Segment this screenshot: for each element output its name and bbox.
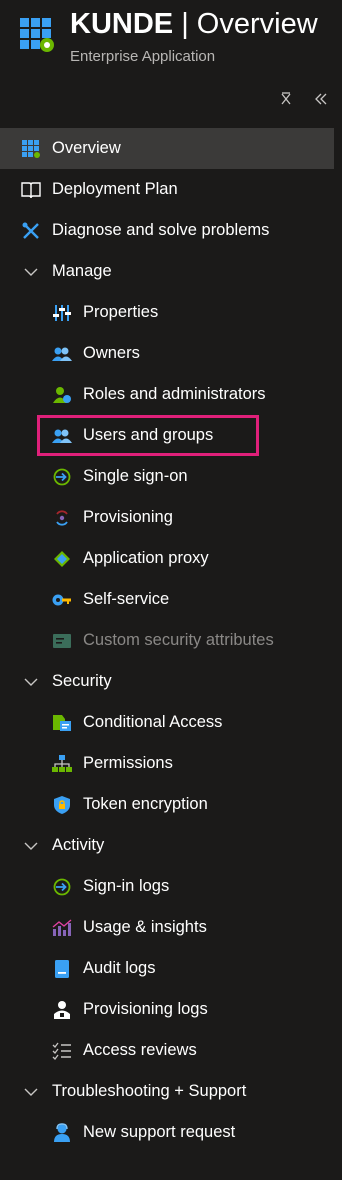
nav-label: Overview [52, 139, 121, 157]
nav-label: Users and groups [83, 426, 214, 444]
nav-label: Properties [83, 303, 159, 321]
grid-icon [20, 138, 42, 160]
collapse-icon[interactable] [314, 92, 328, 111]
nav-item-provisioning-logs[interactable]: Provisioning logs [0, 989, 334, 1030]
book-icon [20, 179, 42, 201]
nav-label: Self-service [83, 590, 170, 608]
nav-label: Troubleshooting + Support [52, 1082, 247, 1100]
chevron-down-icon [20, 835, 42, 857]
support-person-icon [51, 1122, 73, 1144]
nav-group-manage[interactable]: Manage [0, 251, 334, 292]
chart-icon [51, 917, 73, 939]
nav-label: Sign-in logs [83, 877, 170, 895]
chevron-down-icon [20, 261, 42, 283]
nav-item-self-service[interactable]: Self-service [0, 579, 334, 620]
sign-in-icon [51, 876, 73, 898]
nav-label: Single sign-on [83, 467, 188, 485]
nav-label: Activity [52, 836, 105, 854]
nav-group-security[interactable]: Security [0, 661, 334, 702]
properties-icon [51, 302, 73, 324]
nav-label: Manage [52, 262, 112, 280]
resource-menu: Overview Deployment Plan Diagnose and so… [0, 128, 334, 1153]
nav-label: Roles and administrators [83, 385, 266, 403]
nav-label: Diagnose and solve problems [52, 221, 270, 239]
hierarchy-icon [51, 753, 73, 775]
page-subtitle: Enterprise Application [70, 48, 216, 65]
checklist-icon [51, 1040, 73, 1062]
wrench-icon [20, 220, 42, 242]
page-title: KUNDE | Overview [70, 8, 318, 41]
users-icon [51, 425, 73, 447]
nav-label: Audit logs [83, 959, 156, 977]
nav-item-new-support-request[interactable]: New support request [0, 1112, 334, 1153]
provisioning-icon [51, 507, 73, 529]
nav-item-single-sign-on[interactable]: Single sign-on [0, 456, 334, 497]
nav-item-roles[interactable]: Roles and administrators [0, 374, 334, 415]
app-name: KUNDE [70, 8, 174, 40]
shield-icon [51, 794, 73, 816]
chevron-down-icon [20, 1081, 42, 1103]
nav-label: Usage & insights [83, 918, 207, 936]
nav-label: Access reviews [83, 1041, 197, 1059]
app-proxy-icon [51, 548, 73, 570]
nav-label: New support request [83, 1123, 236, 1141]
nav-item-usage-insights[interactable]: Usage & insights [0, 907, 334, 948]
nav-item-token-encryption[interactable]: Token encryption [0, 784, 334, 825]
enterprise-app-icon [20, 18, 54, 52]
nav-item-provisioning[interactable]: Provisioning [0, 497, 334, 538]
nav-label: Conditional Access [83, 713, 223, 731]
nav-label: Provisioning [83, 508, 173, 526]
nav-label: Deployment Plan [52, 180, 178, 198]
nav-item-owners[interactable]: Owners [0, 333, 334, 374]
key-icon [51, 589, 73, 611]
nav-item-conditional-access[interactable]: Conditional Access [0, 702, 334, 743]
nav-item-users-and-groups[interactable]: Users and groups [0, 415, 334, 456]
nav-item-custom-security-attributes: Custom security attributes [0, 620, 334, 661]
custom-attributes-icon [51, 630, 73, 652]
nav-item-properties[interactable]: Properties [0, 292, 334, 333]
nav-item-application-proxy[interactable]: Application proxy [0, 538, 334, 579]
blade-header: KUNDE | Overview Enterprise Application [0, 0, 342, 80]
nav-group-activity[interactable]: Activity [0, 825, 334, 866]
page-name: Overview [196, 8, 318, 40]
conditional-access-icon [51, 712, 73, 734]
nav-item-permissions[interactable]: Permissions [0, 743, 334, 784]
nav-item-access-reviews[interactable]: Access reviews [0, 1030, 334, 1071]
nav-label: Custom security attributes [83, 631, 274, 649]
nav-item-diagnose[interactable]: Diagnose and solve problems [0, 210, 334, 251]
nav-item-sign-in-logs[interactable]: Sign-in logs [0, 866, 334, 907]
title-separator: | [181, 8, 189, 40]
owners-icon [51, 343, 73, 365]
nav-group-troubleshooting[interactable]: Troubleshooting + Support [0, 1071, 334, 1112]
nav-item-deployment-plan[interactable]: Deployment Plan [0, 169, 334, 210]
nav-label: Application proxy [83, 549, 209, 567]
chevron-down-icon [20, 671, 42, 693]
sign-in-icon [51, 466, 73, 488]
blade-toolbar [280, 92, 328, 111]
audit-log-icon [51, 958, 73, 980]
nav-item-audit-logs[interactable]: Audit logs [0, 948, 334, 989]
nav-label: Security [52, 672, 112, 690]
pin-icon[interactable] [280, 92, 292, 111]
user-log-icon [51, 999, 73, 1021]
nav-label: Token encryption [83, 795, 208, 813]
nav-label: Owners [83, 344, 140, 362]
nav-label: Provisioning logs [83, 1000, 208, 1018]
nav-item-overview[interactable]: Overview [0, 128, 334, 169]
nav-label: Permissions [83, 754, 173, 772]
roles-icon [51, 384, 73, 406]
